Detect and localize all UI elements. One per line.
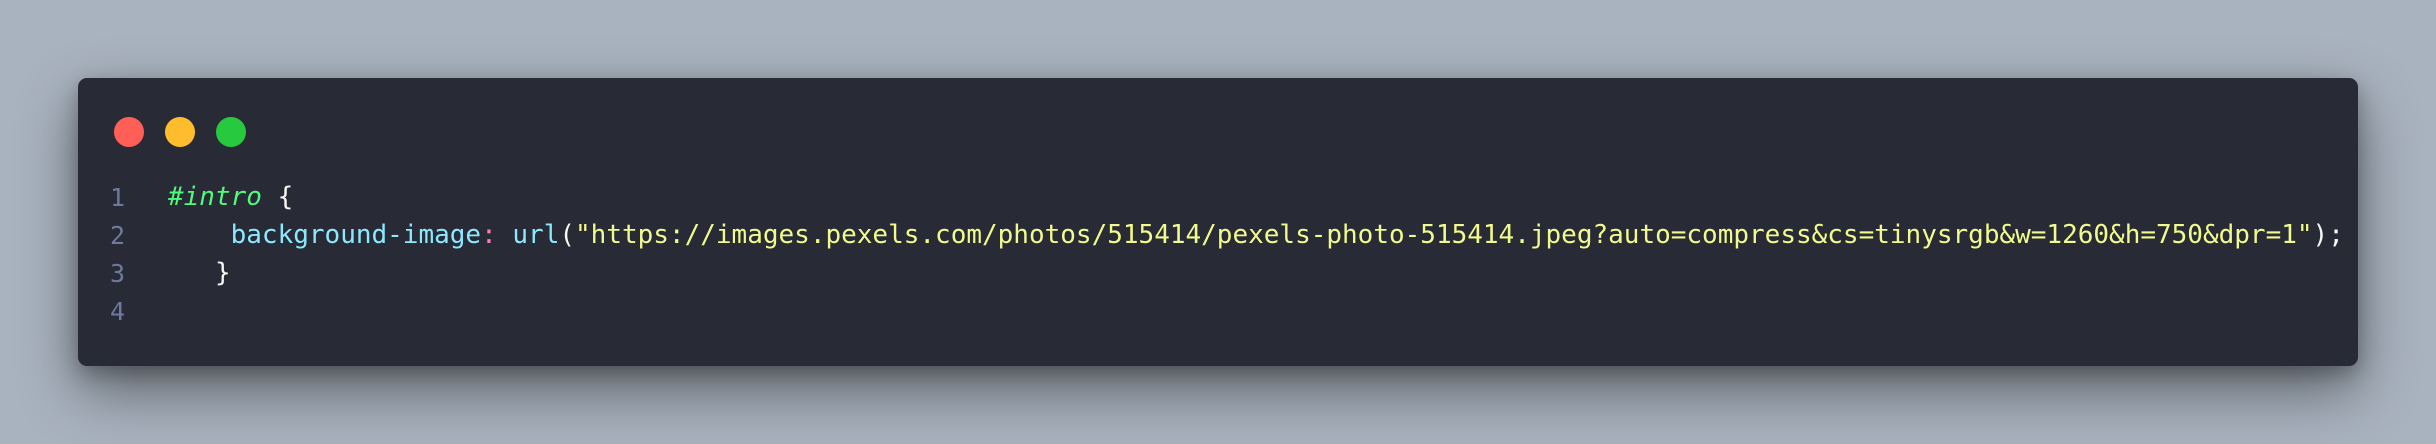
code-line: 4 <box>78 292 2358 330</box>
line-number: 1 <box>110 182 126 212</box>
paren-close: ) <box>2312 220 2329 250</box>
code-window: 1 #intro { 2 background-image: url("http… <box>78 78 2358 366</box>
brace-open: { <box>277 182 294 212</box>
code-line: 2 background-image: url("https://images.… <box>78 216 2358 254</box>
semicolon: ; <box>2328 220 2344 250</box>
css-function: url <box>512 220 560 250</box>
line-content: } <box>168 258 231 288</box>
code-line: 1 #intro { <box>78 178 2358 216</box>
line-number: 2 <box>110 220 126 250</box>
line-number: 4 <box>110 296 126 326</box>
line-content: background-image: url("https://images.pe… <box>168 220 2344 250</box>
colon: : <box>481 220 497 250</box>
window-controls <box>114 117 246 147</box>
css-selector: #intro <box>168 182 262 212</box>
url-string: "https://images.pexels.com/photos/515414… <box>575 220 2313 250</box>
brace-close: } <box>214 258 231 288</box>
code-line: 3 } <box>78 254 2358 292</box>
paren-open: ( <box>559 220 576 250</box>
line-content: #intro { <box>168 182 293 212</box>
line-number: 3 <box>110 258 126 288</box>
close-button[interactable] <box>114 117 144 147</box>
minimize-button[interactable] <box>165 117 195 147</box>
css-property: background-image <box>230 220 482 250</box>
code-editor[interactable]: 1 #intro { 2 background-image: url("http… <box>78 178 2358 330</box>
maximize-button[interactable] <box>216 117 246 147</box>
